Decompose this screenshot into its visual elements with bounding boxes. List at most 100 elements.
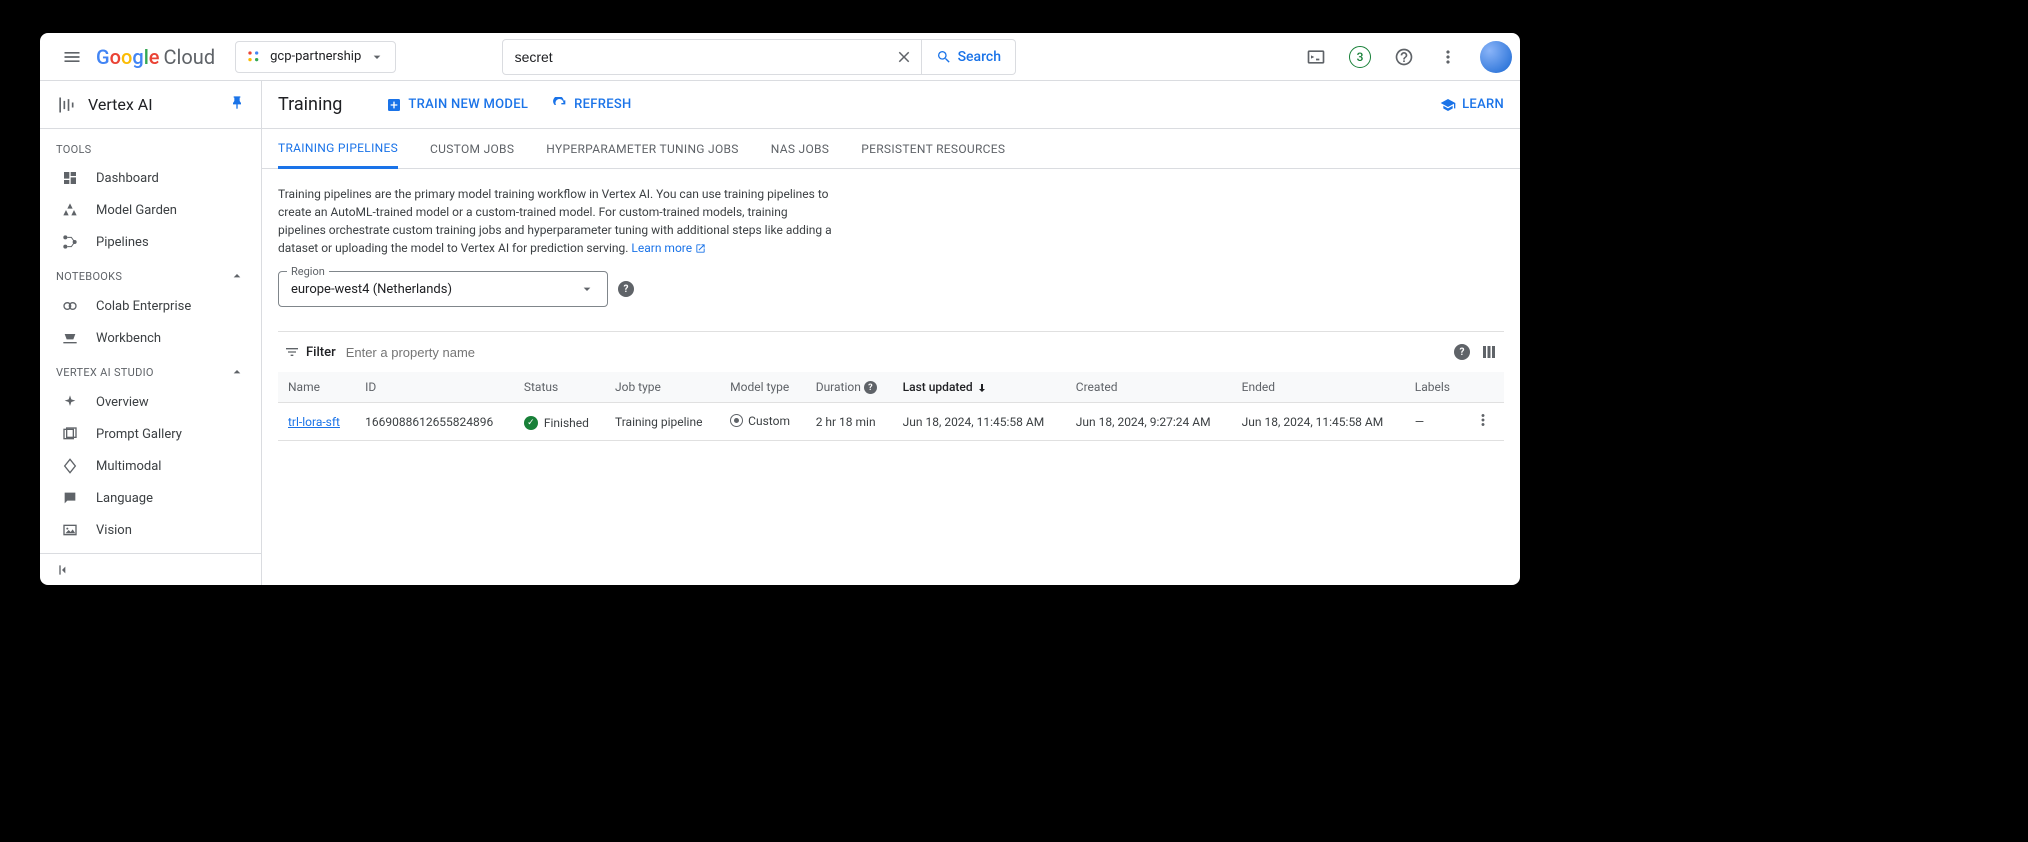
chat-icon [62, 490, 78, 506]
sidebar-item-speech[interactable]: Speech [40, 546, 261, 553]
diamond-icon [62, 458, 78, 474]
row-more-icon[interactable] [1474, 411, 1492, 429]
pipeline-id: 1669088612655824896 [355, 403, 514, 441]
sidebar-item-multimodal[interactable]: Multimodal [40, 450, 261, 482]
dropdown-icon [369, 49, 385, 65]
sidebar-item-language[interactable]: Language [40, 482, 261, 514]
col-labels[interactable]: Labels [1405, 372, 1464, 403]
page-description: Training pipelines are the primary model… [278, 185, 838, 257]
free-trial-badge[interactable]: 3 [1340, 37, 1380, 77]
filter-icon [284, 344, 300, 360]
sidebar-item-prompt-gallery[interactable]: Prompt Gallery [40, 418, 261, 450]
project-icon [246, 49, 262, 65]
section-tools: TOOLS [40, 129, 261, 162]
google-cloud-logo[interactable]: Google Cloud [96, 45, 215, 69]
tabs: TRAINING PIPELINES CUSTOM JOBS HYPERPARA… [262, 129, 1520, 169]
clear-search-icon[interactable] [895, 48, 913, 66]
col-created[interactable]: Created [1066, 372, 1232, 403]
project-picker[interactable]: gcp-partnership [235, 41, 396, 73]
sort-down-icon [976, 382, 988, 394]
help-icon [1394, 47, 1414, 67]
dashboard-icon [62, 170, 78, 186]
check-icon: ✓ [524, 416, 538, 430]
search-input[interactable] [515, 49, 895, 65]
sidebar-item-model-garden[interactable]: Model Garden [40, 194, 261, 226]
section-notebooks[interactable]: NOTEBOOKS [40, 258, 261, 290]
product-name: Vertex AI [88, 95, 217, 114]
pin-button[interactable] [229, 95, 245, 115]
more-vert-icon [1438, 47, 1458, 67]
product-header: Vertex AI [40, 81, 261, 129]
tab-persistent[interactable]: PERSISTENT RESOURCES [861, 129, 1005, 169]
workbench-icon [62, 330, 78, 346]
train-new-model-button[interactable]: TRAIN NEW MODEL [386, 97, 528, 113]
top-bar: Google Cloud gcp-partnership Search 3 [40, 33, 1520, 81]
pipeline-name-link[interactable]: trl-lora-sft [288, 415, 340, 429]
gallery-icon [62, 426, 78, 442]
collapse-sidebar[interactable] [40, 553, 261, 585]
pin-icon [229, 95, 245, 111]
tab-training-pipelines[interactable]: TRAINING PIPELINES [278, 129, 398, 169]
region-help[interactable]: ? [618, 281, 634, 297]
sidebar-item-vision[interactable]: Vision [40, 514, 261, 546]
app-window: Google Cloud gcp-partnership Search 3 [40, 33, 1520, 585]
col-lastupdated[interactable]: Last updated [893, 372, 1066, 403]
filter-input[interactable] [346, 345, 1444, 360]
col-status[interactable]: Status [514, 372, 605, 403]
col-name[interactable]: Name [278, 372, 355, 403]
model-type: Custom [730, 414, 790, 428]
region-value: europe-west4 (Netherlands) [291, 282, 579, 297]
garden-icon [62, 202, 78, 218]
help-button[interactable] [1384, 37, 1424, 77]
filter-help[interactable]: ? [1454, 344, 1470, 360]
cloud-shell-button[interactable] [1296, 37, 1336, 77]
region-select[interactable]: Region europe-west4 (Netherlands) [278, 271, 608, 307]
pipelines-table: Name ID Status Job type Model type Durat… [278, 372, 1504, 441]
main-content: Training TRAIN NEW MODEL REFRESH LEARN T… [262, 81, 1520, 585]
sidebar-item-dashboard[interactable]: Dashboard [40, 162, 261, 194]
more-options-button[interactable] [1428, 37, 1468, 77]
colab-icon [62, 298, 78, 314]
page-title: Training [278, 94, 342, 115]
last-updated: Jun 18, 2024, 11:45:58 AM [893, 403, 1066, 441]
terminal-icon [1306, 47, 1326, 67]
sidebar: Vertex AI TOOLS Dashboard Model Garden P… [40, 81, 262, 585]
sidebar-item-colab[interactable]: Colab Enterprise [40, 290, 261, 322]
tab-hyperparameter[interactable]: HYPERPARAMETER TUNING JOBS [546, 129, 739, 169]
ended: Jun 18, 2024, 11:45:58 AM [1232, 403, 1405, 441]
col-duration[interactable]: Duration ? [806, 372, 893, 403]
search-icon [936, 49, 952, 65]
sidebar-item-pipelines[interactable]: Pipelines [40, 226, 261, 258]
collapse-icon [56, 562, 72, 578]
search-button[interactable]: Search [922, 39, 1016, 75]
columns-icon[interactable] [1480, 343, 1498, 361]
hamburger-icon [62, 47, 82, 67]
section-studio[interactable]: VERTEX AI STUDIO [40, 354, 261, 386]
sidebar-item-overview[interactable]: Overview [40, 386, 261, 418]
hamburger-menu[interactable] [48, 33, 96, 81]
pipelines-icon [62, 234, 78, 250]
vertex-ai-icon [56, 95, 76, 115]
col-jobtype[interactable]: Job type [605, 372, 720, 403]
refresh-icon [552, 97, 568, 113]
col-id[interactable]: ID [355, 372, 514, 403]
external-link-icon [695, 243, 706, 254]
region-label: Region [287, 265, 329, 278]
chevron-up-icon [229, 364, 245, 380]
search-button-label: Search [958, 49, 1001, 65]
learn-more-link[interactable]: Learn more [631, 241, 706, 255]
sparkle-icon [62, 394, 78, 410]
custom-icon [730, 414, 743, 427]
refresh-button[interactable]: REFRESH [552, 97, 631, 113]
learn-button[interactable]: LEARN [1440, 97, 1504, 113]
duration: 2 hr 18 min [806, 403, 893, 441]
col-ended[interactable]: Ended [1232, 372, 1405, 403]
search-bar [502, 39, 922, 75]
table-row[interactable]: trl-lora-sft 1669088612655824896 ✓Finish… [278, 403, 1504, 441]
user-avatar[interactable] [1480, 41, 1512, 73]
dropdown-icon [579, 281, 595, 297]
col-modeltype[interactable]: Model type [720, 372, 806, 403]
tab-nas-jobs[interactable]: NAS JOBS [771, 129, 829, 169]
tab-custom-jobs[interactable]: CUSTOM JOBS [430, 129, 514, 169]
sidebar-item-workbench[interactable]: Workbench [40, 322, 261, 354]
